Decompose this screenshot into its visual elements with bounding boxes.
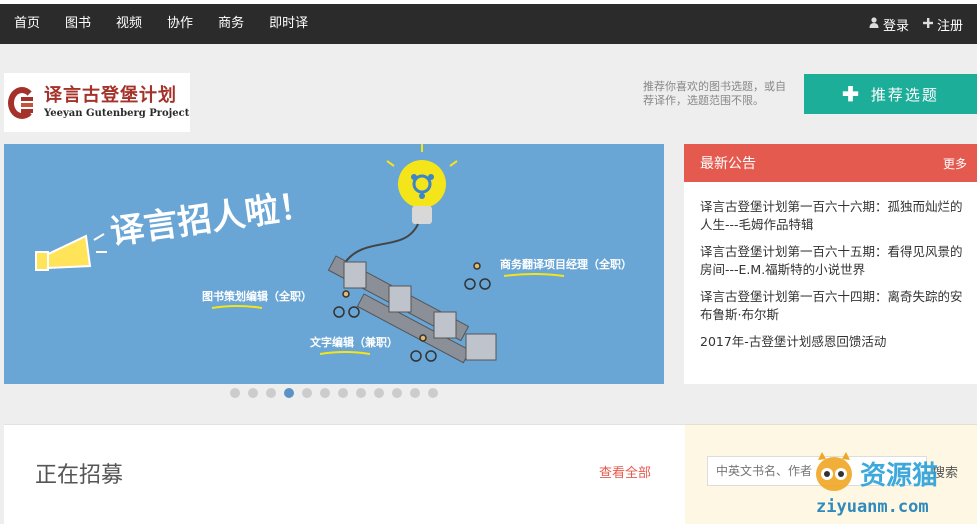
carousel-dot[interactable] bbox=[338, 388, 348, 398]
logo-name-en: Yeeyan Gutenberg Project bbox=[44, 107, 190, 119]
user-icon bbox=[869, 17, 879, 31]
carousel-dots bbox=[230, 388, 446, 398]
recommend-topic-button[interactable]: ✚ 推荐选题 bbox=[804, 74, 977, 114]
watermark-brand: 资源猫 bbox=[860, 461, 938, 491]
watermark-url: ziyuanm.com bbox=[816, 497, 929, 517]
hero-banner[interactable]: 译言招人啦！ 商务翻译项目经理（全职） 图书策划编辑（全职） 文字编辑（兼职） bbox=[4, 144, 664, 384]
banner-role-label: 图书策划编辑（全职） bbox=[202, 289, 312, 303]
book-logo-icon bbox=[8, 83, 38, 123]
carousel-dot[interactable] bbox=[428, 388, 438, 398]
announcements-title: 最新公告 bbox=[700, 156, 756, 172]
login-link[interactable]: 登录 bbox=[869, 15, 909, 34]
carousel-dot[interactable] bbox=[392, 388, 402, 398]
carousel-dot[interactable] bbox=[266, 388, 276, 398]
nav-business[interactable]: 商务 bbox=[218, 4, 244, 44]
announcements-header: 最新公告 更多 bbox=[684, 144, 977, 182]
register-link[interactable]: 注册 bbox=[922, 15, 963, 34]
user-nav: 登录 注册 bbox=[869, 4, 977, 44]
nav-collab[interactable]: 协作 bbox=[167, 4, 193, 44]
watermark-logo: 资源猫 ziyuanm.com bbox=[816, 452, 938, 517]
recruiting-section: 正在招募 查看全部 bbox=[4, 424, 685, 524]
carousel-dot[interactable] bbox=[374, 388, 384, 398]
logo-text: 译言古登堡计划 Yeeyan Gutenberg Project bbox=[44, 85, 189, 121]
banner-headline: 译言招人啦！ bbox=[108, 185, 316, 253]
nav-videos[interactable]: 视频 bbox=[116, 4, 142, 44]
announcement-item[interactable]: 2017年-古登堡计划感恩回馈活动 bbox=[700, 333, 972, 351]
announcement-item[interactable]: 译言古登堡计划第一百六十六期：孤独而灿烂的人生---毛姆作品特辑 bbox=[700, 198, 972, 234]
announcement-item[interactable]: 译言古登堡计划第一百六十五期：看得见风景的房间---E.M.福斯特的小说世界 bbox=[700, 243, 972, 279]
carousel-dot[interactable] bbox=[320, 388, 330, 398]
site-logo[interactable]: 译言古登堡计划 Yeeyan Gutenberg Project bbox=[4, 73, 190, 132]
plus-icon bbox=[922, 17, 933, 31]
announcement-item[interactable]: 译言古登堡计划第一百六十四期：离奇失踪的安布鲁斯·布尔斯 bbox=[700, 288, 972, 324]
cat-logo-icon bbox=[816, 452, 852, 491]
carousel-dot[interactable] bbox=[284, 388, 294, 398]
carousel-dot[interactable] bbox=[410, 388, 420, 398]
announcements-more-link[interactable]: 更多 bbox=[943, 155, 967, 172]
carousel-dot[interactable] bbox=[248, 388, 258, 398]
logo-name-cn: 译言古登堡计划 bbox=[44, 84, 177, 106]
recommend-button-label: 推荐选题 bbox=[870, 86, 939, 104]
nav-books[interactable]: 图书 bbox=[65, 4, 91, 44]
login-label: 登录 bbox=[882, 18, 909, 34]
megaphone-icon bbox=[35, 233, 107, 271]
recruiting-title: 正在招募 bbox=[35, 463, 124, 488]
plus-icon: ✚ bbox=[842, 83, 861, 106]
carousel-dot[interactable] bbox=[302, 388, 312, 398]
lightbulb-icon bbox=[386, 144, 458, 224]
announcements-panel: 最新公告 更多 译言古登堡计划第一百六十六期：孤独而灿烂的人生---毛姆作品特辑… bbox=[684, 144, 977, 384]
banner-role-label: 商务翻译项目经理（全职） bbox=[500, 257, 632, 271]
register-label: 注册 bbox=[936, 18, 963, 34]
carousel-dot[interactable] bbox=[356, 388, 366, 398]
carousel-dot[interactable] bbox=[230, 388, 240, 398]
banner-role-label: 文字编辑（兼职） bbox=[310, 335, 398, 349]
top-navbar: 首页 图书 视频 协作 商务 即时译 登录 注册 bbox=[0, 0, 977, 44]
nav-instant-translate[interactable]: 即时译 bbox=[269, 4, 308, 44]
announcements-list: 译言古登堡计划第一百六十六期：孤独而灿烂的人生---毛姆作品特辑 译言古登堡计划… bbox=[684, 182, 977, 351]
main-nav: 首页 图书 视频 协作 商务 即时译 bbox=[0, 4, 333, 44]
recommend-hint: 推荐你喜欢的图书选题，或自荐译作，选题范围不限。 bbox=[643, 80, 786, 107]
view-all-link[interactable]: 查看全部 bbox=[599, 462, 651, 481]
banner-illustration: 译言招人啦！ 商务翻译项目经理（全职） 图书策划编辑（全职） 文字编辑（兼职） bbox=[35, 144, 632, 364]
nav-home[interactable]: 首页 bbox=[14, 4, 40, 44]
